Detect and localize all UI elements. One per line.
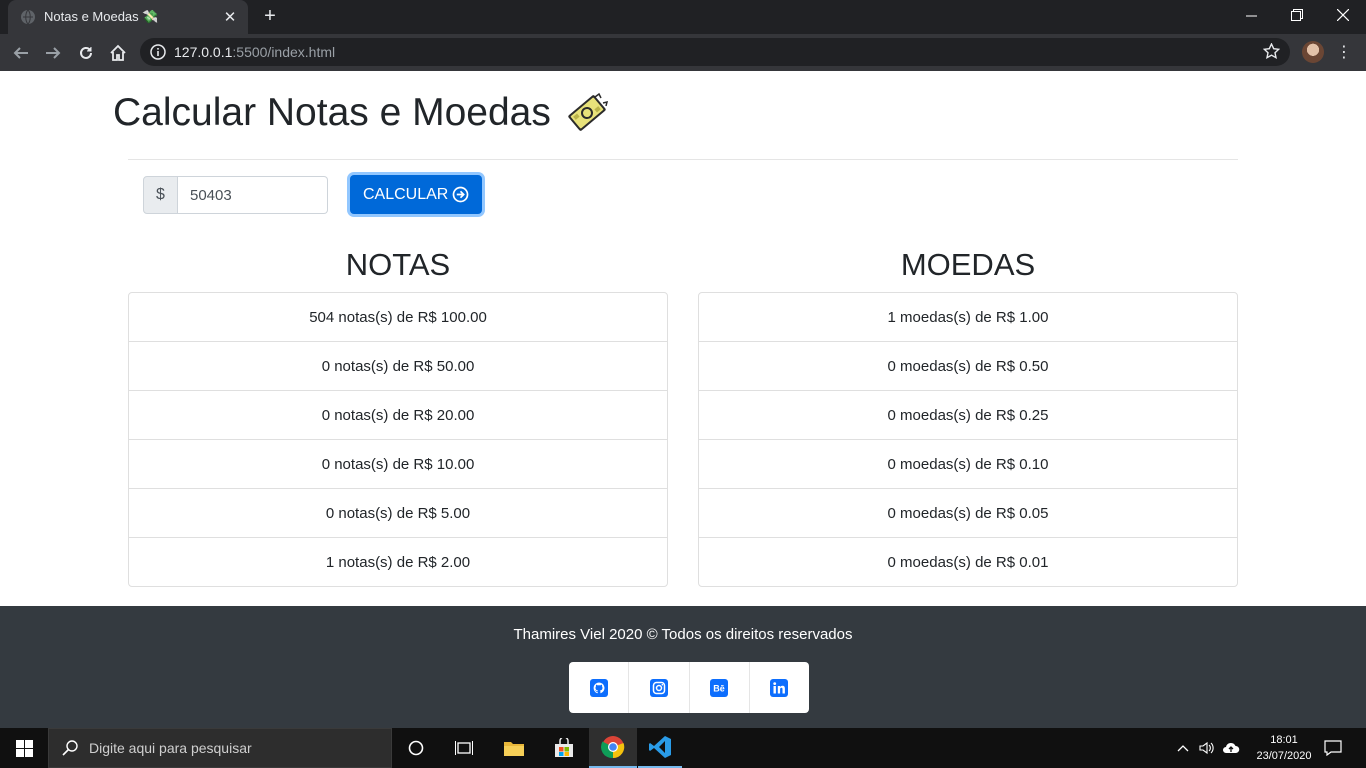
notas-title: NOTAS — [345, 247, 451, 282]
file-explorer-icon[interactable] — [494, 728, 534, 768]
os-taskbar: Digite aqui para pesquisar 18:01 23/07/2… — [0, 728, 1366, 768]
behance-icon: Bē — [710, 678, 729, 697]
linkedin-link[interactable] — [748, 662, 809, 713]
page-content: Calcular Notas e Moedas $ CALCULAR NOTAS… — [0, 71, 1366, 606]
onedrive-icon[interactable] — [1220, 728, 1242, 768]
linkedin-icon — [770, 678, 789, 697]
page-title: Calcular Notas e Moedas — [113, 91, 551, 134]
search-icon — [62, 740, 78, 756]
search-placeholder: Digite aqui para pesquisar — [89, 740, 252, 756]
instagram-link[interactable] — [628, 662, 688, 713]
list-item: 0 moedas(s) de R$ 0.50 — [699, 341, 1237, 390]
arrow-right-circle-icon — [452, 186, 469, 203]
list-item: 0 notas(s) de R$ 20.00 — [129, 390, 667, 439]
instagram-icon — [649, 678, 668, 697]
github-link[interactable] — [569, 662, 628, 713]
back-icon[interactable] — [8, 40, 34, 66]
moedas-title: MOEDAS — [900, 247, 1036, 282]
address-bar[interactable]: 127.0.0.1:5500/index.html — [140, 38, 1290, 66]
close-window-icon[interactable] — [1320, 0, 1366, 30]
taskbar-clock[interactable]: 18:01 23/07/2020 — [1254, 732, 1314, 764]
behance-link[interactable]: Bē — [688, 662, 749, 713]
taskbar-search[interactable]: Digite aqui para pesquisar — [48, 728, 392, 768]
profile-avatar[interactable] — [1302, 41, 1324, 63]
list-item: 0 notas(s) de R$ 10.00 — [129, 439, 667, 488]
globe-icon — [21, 9, 35, 25]
amount-input[interactable] — [178, 176, 328, 214]
money-emoji-icon — [568, 92, 608, 131]
list-item: 1 notas(s) de R$ 2.00 — [129, 537, 667, 586]
currency-prefix: $ — [143, 176, 178, 214]
list-item: 0 notas(s) de R$ 50.00 — [129, 341, 667, 390]
url-host: 127.0.0.1 — [174, 44, 233, 60]
restore-icon[interactable] — [1274, 0, 1320, 30]
windows-start-icon[interactable] — [0, 728, 48, 768]
list-item: 0 moedas(s) de R$ 0.10 — [699, 439, 1237, 488]
clock-time: 18:01 — [1270, 734, 1298, 746]
bookmark-star-icon[interactable] — [1263, 43, 1280, 60]
browser-menu-icon[interactable]: ⋮ — [1336, 42, 1352, 62]
browser-tab-strip: Notas e Moedas 💸 ✕ + — [0, 0, 1366, 34]
browser-toolbar: 127.0.0.1:5500/index.html ⋮ — [0, 34, 1366, 71]
forward-icon[interactable] — [40, 40, 66, 66]
amount-input-group: $ — [143, 176, 328, 214]
social-links: Bē — [569, 662, 809, 713]
url-path: :5500/index.html — [232, 44, 336, 60]
volume-icon[interactable] — [1196, 728, 1218, 768]
home-icon[interactable] — [105, 40, 131, 66]
chrome-icon[interactable] — [589, 728, 637, 768]
cortana-icon[interactable] — [396, 728, 436, 768]
tray-chevron-icon[interactable] — [1172, 728, 1194, 768]
calculate-button[interactable]: CALCULAR — [350, 175, 483, 214]
task-view-icon[interactable] — [444, 728, 484, 768]
minimize-icon[interactable] — [1228, 0, 1274, 30]
list-item: 0 moedas(s) de R$ 0.25 — [699, 390, 1237, 439]
store-icon[interactable] — [544, 728, 584, 768]
tab-title: Notas e Moedas 💸 — [44, 9, 159, 24]
info-icon[interactable] — [150, 44, 166, 60]
copyright-text: Thamires Viel 2020 © Todos os direitos r… — [513, 626, 853, 643]
new-tab-button[interactable]: + — [258, 4, 282, 28]
list-item: 0 moedas(s) de R$ 0.05 — [699, 488, 1237, 537]
page-header: Calcular Notas e Moedas — [113, 91, 609, 135]
list-item: 0 moedas(s) de R$ 0.01 — [699, 537, 1237, 586]
notas-list: 504 notas(s) de R$ 100.00 0 notas(s) de … — [128, 292, 668, 587]
list-item: 0 notas(s) de R$ 5.00 — [129, 488, 667, 537]
list-item: 1 moedas(s) de R$ 1.00 — [887, 308, 1049, 326]
tab-close-icon[interactable]: ✕ — [222, 8, 238, 26]
moedas-list: 1 moedas(s) de R$ 1.00 0 moedas(s) de R$… — [698, 292, 1238, 587]
svg-text:Bē: Bē — [713, 683, 725, 693]
divider — [128, 159, 1238, 160]
list-item: 504 notas(s) de R$ 100.00 — [309, 308, 487, 326]
vscode-icon[interactable] — [638, 728, 682, 768]
calculate-button-label: CALCULAR — [363, 185, 449, 203]
clock-date: 23/07/2020 — [1256, 750, 1312, 762]
browser-tab[interactable]: Notas e Moedas 💸 ✕ — [8, 0, 248, 34]
page-footer: Thamires Viel 2020 © Todos os direitos r… — [0, 606, 1366, 728]
notifications-icon[interactable] — [1318, 728, 1348, 768]
url-text: 127.0.0.1:5500/index.html — [174, 44, 335, 60]
github-icon — [589, 678, 608, 697]
reload-icon[interactable] — [73, 40, 99, 66]
